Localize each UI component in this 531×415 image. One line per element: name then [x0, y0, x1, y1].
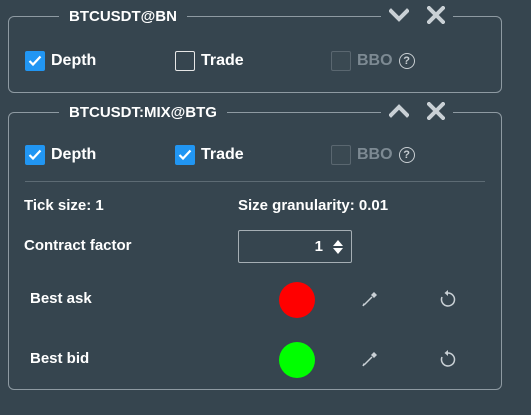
depth-label: Depth	[51, 52, 97, 69]
contract-factor-stepper[interactable]: 1	[238, 230, 352, 263]
trade-label: Trade	[201, 52, 244, 69]
checkbox-checked-icon	[175, 145, 195, 165]
panel-title: BTCUSDT@BN	[59, 7, 187, 27]
best-ask-label: Best ask	[30, 290, 92, 307]
depth-checkbox[interactable]: Depth	[25, 145, 96, 165]
checkbox-unchecked-icon	[175, 51, 195, 71]
bbo-checkbox: BBO ?	[331, 145, 415, 165]
exchange-panel-btg: BTCUSDT:MIX@BTG Depth Trade BBO ? Tick s…	[8, 102, 502, 390]
bbo-label: BBO	[357, 52, 393, 69]
bbo-label: BBO	[357, 146, 393, 163]
depth-checkbox[interactable]: Depth	[25, 51, 96, 71]
close-icon[interactable]	[427, 6, 445, 24]
tick-size-text: Tick size: 1	[24, 197, 104, 214]
reset-icon[interactable]	[439, 289, 457, 314]
section-divider	[25, 181, 485, 182]
panel-title: BTCUSDT:MIX@BTG	[59, 103, 227, 123]
trade-checkbox[interactable]: Trade	[175, 51, 244, 71]
checkbox-checked-icon	[25, 145, 45, 165]
help-icon[interactable]: ?	[398, 147, 415, 163]
checkbox-checked-icon	[25, 51, 45, 71]
checkbox-disabled-icon	[331, 145, 351, 165]
reset-icon[interactable]	[439, 349, 457, 374]
panel-header-controls	[381, 102, 453, 120]
contract-factor-value: 1	[314, 238, 323, 255]
chevron-up-icon[interactable]	[389, 104, 409, 118]
panel-header-controls	[381, 6, 453, 24]
chevron-down-icon[interactable]	[389, 8, 409, 22]
close-icon[interactable]	[427, 102, 445, 120]
best-ask-color-swatch[interactable]	[279, 282, 315, 318]
exchange-panel-bn: BTCUSDT@BN Depth Trade BBO ?	[8, 6, 502, 93]
depth-label: Depth	[51, 146, 97, 163]
best-bid-label: Best bid	[30, 350, 90, 367]
checkbox-disabled-icon	[331, 51, 351, 71]
help-icon[interactable]: ?	[398, 53, 415, 69]
size-granularity-text: Size granularity: 0.01	[238, 197, 389, 214]
contract-factor-label: Contract factor	[24, 237, 132, 254]
best-bid-color-swatch[interactable]	[279, 342, 315, 378]
eyedropper-icon[interactable]	[361, 350, 379, 373]
eyedropper-icon[interactable]	[361, 290, 379, 313]
bbo-checkbox: BBO ?	[331, 51, 415, 71]
trade-label: Trade	[201, 146, 244, 163]
stream-checkbox-row: Depth Trade BBO ?	[25, 145, 485, 167]
spin-arrows-icon[interactable]	[333, 239, 343, 254]
trade-checkbox[interactable]: Trade	[175, 145, 244, 165]
stream-checkbox-row: Depth Trade BBO ?	[25, 51, 485, 73]
